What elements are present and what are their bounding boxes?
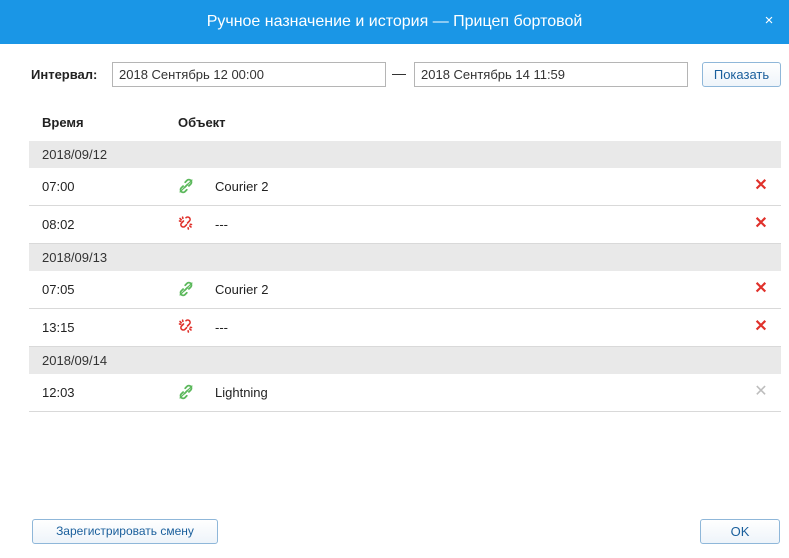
- history-row: 07:05 Courier 2 ✕: [29, 271, 781, 309]
- date-group-header: 2018/09/12: [29, 141, 781, 168]
- entry-time: 07:00: [42, 179, 75, 194]
- delete-icon[interactable]: ✕: [753, 178, 769, 194]
- assignment-history-dialog: Ручное назначение и история — Прицеп бор…: [0, 0, 789, 558]
- date-group-header: 2018/09/13: [29, 244, 781, 271]
- dialog-titlebar: Ручное назначение и история — Прицеп бор…: [0, 0, 789, 44]
- history-row: 07:00 Courier 2 ✕: [29, 168, 781, 206]
- link-icon: [177, 177, 195, 195]
- history-row: 08:02 --- ✕: [29, 206, 781, 244]
- column-header-object: Объект: [178, 115, 226, 130]
- delete-icon[interactable]: ✕: [753, 216, 769, 232]
- interval-to-input[interactable]: [414, 62, 688, 87]
- column-header-time: Время: [42, 115, 84, 130]
- history-row: 12:03 Lightning ✕: [29, 374, 781, 412]
- history-row: 13:15 --- ✕: [29, 309, 781, 347]
- entry-object: ---: [215, 320, 228, 335]
- history-list: 2018/09/12 07:00 Courier 2 ✕ 08:02 --- ✕ 2018/0…: [29, 141, 781, 412]
- entry-object: Courier 2: [215, 282, 269, 297]
- register-shift-button[interactable]: Зарегистрировать смену: [32, 519, 218, 544]
- delete-icon: ✕: [754, 383, 768, 400]
- link-icon: [177, 383, 195, 401]
- interval-from-input[interactable]: [112, 62, 386, 87]
- entry-time: 13:15: [42, 320, 75, 335]
- entry-object: Courier 2: [215, 179, 269, 194]
- broken-link-icon: [177, 318, 195, 336]
- interval-separator: —: [392, 65, 406, 81]
- interval-label: Интервал:: [31, 67, 98, 82]
- link-icon: [177, 280, 195, 298]
- dialog-title: Ручное назначение и история — Прицеп бор…: [206, 13, 583, 30]
- delete-icon[interactable]: ✕: [753, 319, 769, 335]
- entry-object: Lightning: [215, 385, 268, 400]
- entry-time: 08:02: [42, 217, 75, 232]
- close-icon[interactable]: ×: [761, 13, 777, 29]
- delete-icon[interactable]: ✕: [753, 281, 769, 297]
- broken-link-icon: [177, 215, 195, 233]
- entry-time: 12:03: [42, 385, 75, 400]
- date-group-header: 2018/09/14: [29, 347, 781, 374]
- show-button[interactable]: Показать: [702, 62, 781, 87]
- ok-button[interactable]: OK: [700, 519, 780, 544]
- entry-time: 07:05: [42, 282, 75, 297]
- entry-object: ---: [215, 217, 228, 232]
